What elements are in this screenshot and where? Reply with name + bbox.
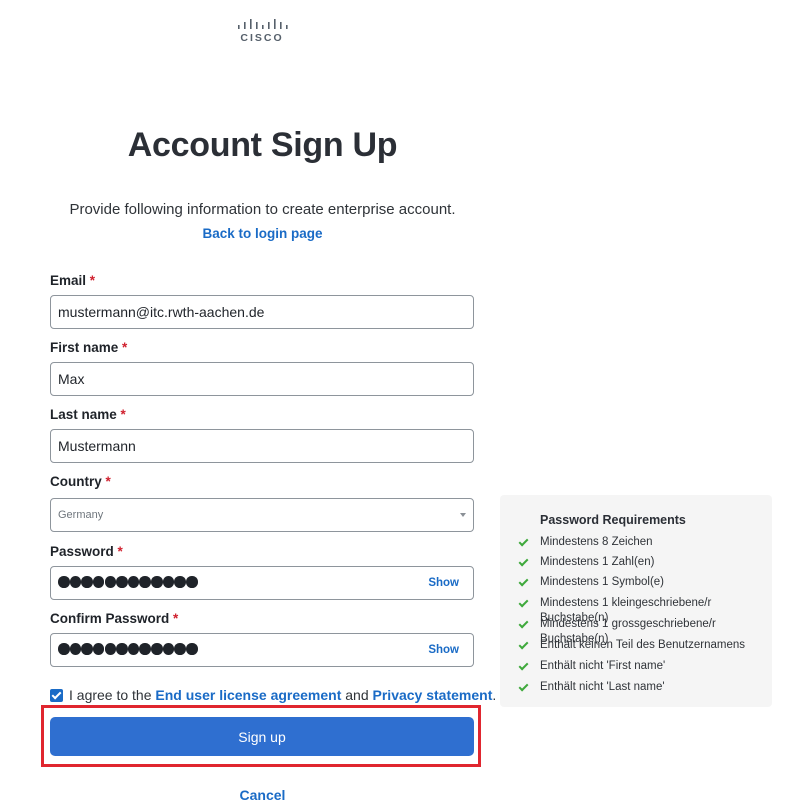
password-label: Password * xyxy=(50,544,123,559)
password-mask-dot xyxy=(58,576,70,588)
email-field[interactable]: mustermann@itc.rwth-aachen.de xyxy=(50,295,474,329)
required-marker: * xyxy=(89,273,96,288)
logo-wordmark: CISCO xyxy=(240,32,284,44)
confirm-password-show-button[interactable]: Show xyxy=(428,634,459,666)
required-marker: * xyxy=(173,611,179,626)
password-mask-dot xyxy=(104,576,117,588)
password-mask-dot xyxy=(139,576,151,588)
password-mask-dot xyxy=(81,643,93,655)
password-mask-dot xyxy=(69,643,82,655)
first-name-field[interactable]: Max xyxy=(50,362,474,396)
last-name-value: Mustermann xyxy=(58,438,136,454)
email-label: Email * xyxy=(50,273,96,288)
agreement-checkbox[interactable] xyxy=(50,688,63,702)
confirm-password-label: Confirm Password * xyxy=(50,611,179,626)
requirement-item: Mindestens 1 Symbol(e) xyxy=(518,575,765,590)
password-mask-dot xyxy=(151,643,163,655)
agreement-conjunction: and xyxy=(345,687,369,703)
password-requirements-title: Password Requirements xyxy=(540,513,686,527)
agreement-suffix: . xyxy=(492,687,497,703)
agreement-prefix: I agree to the xyxy=(69,687,152,703)
password-mask-dot xyxy=(127,576,140,588)
password-show-button[interactable]: Show xyxy=(428,567,459,599)
cisco-logo: CISCO xyxy=(236,18,288,46)
password-mask-dot xyxy=(162,643,175,655)
password-mask-dot xyxy=(69,576,82,588)
back-to-login-link[interactable]: Back to login page xyxy=(0,226,525,241)
sign-up-button[interactable]: Sign up xyxy=(50,717,474,756)
check-icon xyxy=(518,577,528,587)
cancel-link[interactable]: Cancel xyxy=(0,787,525,803)
eula-link[interactable]: End user license agreement xyxy=(155,687,341,703)
chevron-down-icon xyxy=(460,513,466,517)
password-mask-dot xyxy=(174,643,186,655)
password-mask-dot xyxy=(116,576,128,588)
password-mask-dot xyxy=(116,643,128,655)
password-mask-dot xyxy=(81,576,93,588)
password-mask-dot xyxy=(151,576,163,588)
password-mask-dot xyxy=(162,576,175,588)
requirement-item: Mindestens 1 Zahl(en) xyxy=(518,555,765,570)
password-mask-dot xyxy=(92,643,105,655)
check-icon xyxy=(518,661,528,671)
first-name-value: Max xyxy=(58,371,85,387)
last-name-field[interactable]: Mustermann xyxy=(50,429,474,463)
password-field[interactable]: Show xyxy=(50,566,474,600)
password-mask-dot xyxy=(127,643,140,655)
confirm-password-field[interactable]: Show xyxy=(50,633,474,667)
password-mask-dot xyxy=(104,643,117,655)
password-mask xyxy=(58,576,198,590)
check-icon xyxy=(518,537,528,547)
required-marker: * xyxy=(117,544,123,559)
agreement-row: I agree to the End user license agreemen… xyxy=(50,687,496,703)
required-marker: * xyxy=(120,407,126,422)
first-name-label: First name * xyxy=(50,340,128,355)
cisco-bars-icon xyxy=(238,19,288,29)
country-select[interactable]: Germany xyxy=(50,498,474,532)
page-subtitle: Provide following information to create … xyxy=(69,201,456,218)
check-icon xyxy=(518,557,528,567)
requirement-item: Enthält nicht 'First name' xyxy=(518,659,765,674)
password-mask-dot xyxy=(174,576,186,588)
page-title: Account Sign Up xyxy=(127,126,398,164)
requirement-item: Enthält keinen Teil des Benutzernamens xyxy=(518,638,765,653)
privacy-statement-link[interactable]: Privacy statement xyxy=(373,687,493,703)
country-label: Country * xyxy=(50,474,111,489)
check-icon xyxy=(518,619,528,629)
password-requirements-panel: Password Requirements Mindestens 8 Zeich… xyxy=(500,495,772,707)
required-marker: * xyxy=(105,474,111,489)
password-mask-dot xyxy=(139,643,151,655)
country-value: Germany xyxy=(58,509,104,521)
required-marker: * xyxy=(122,340,128,355)
check-icon xyxy=(518,598,528,608)
password-mask-dot xyxy=(92,576,105,588)
check-icon xyxy=(518,682,528,692)
password-mask-dot xyxy=(58,643,70,655)
requirement-item: Mindestens 8 Zeichen xyxy=(518,535,765,550)
last-name-label: Last name * xyxy=(50,407,126,422)
requirement-item: Enthält nicht 'Last name' xyxy=(518,680,765,695)
password-mask-dot xyxy=(186,643,198,655)
confirm-password-mask xyxy=(58,643,198,657)
email-value: mustermann@itc.rwth-aachen.de xyxy=(58,304,265,320)
password-mask-dot xyxy=(186,576,198,588)
check-icon xyxy=(518,640,528,650)
